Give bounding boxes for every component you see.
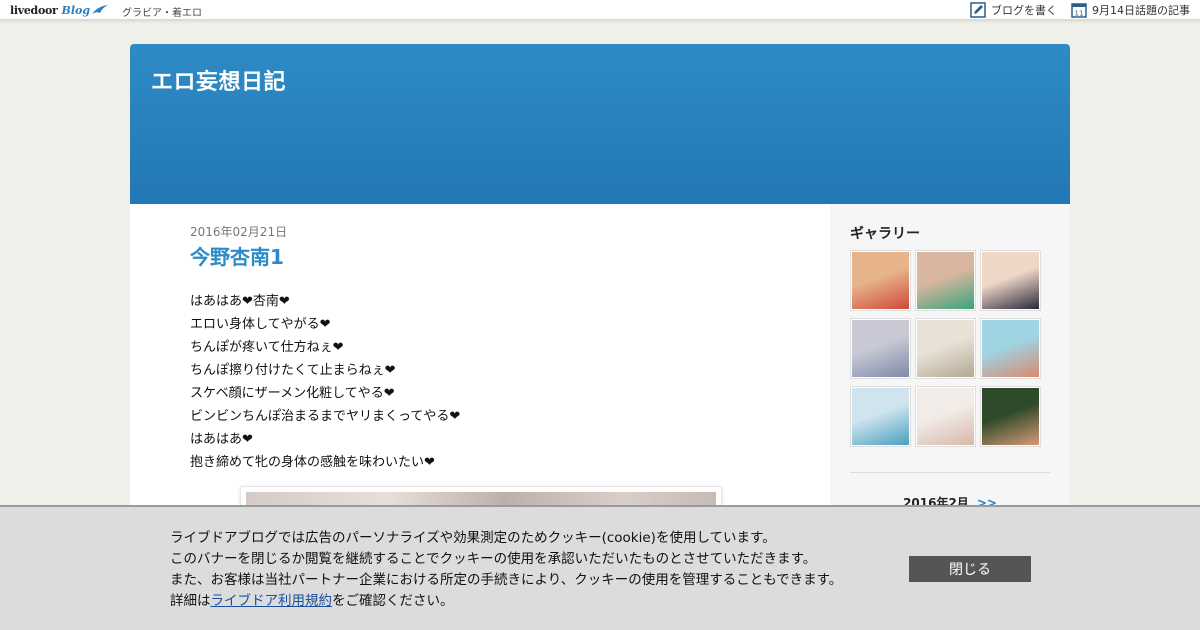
gallery-thumbnail[interactable] xyxy=(980,318,1041,379)
cookie-line: このバナーを閉じるか閲覧を継続することでクッキーの使用を承認いただいたものとさせ… xyxy=(170,551,817,567)
write-blog-label: ブログを書く xyxy=(991,4,1057,17)
logo-livedoor-text: livedoor xyxy=(10,3,58,17)
blog-category-link[interactable]: グラビア・着エロ xyxy=(122,4,202,19)
thumbnail-image xyxy=(982,320,1039,377)
cookie-details-suffix: をご確認ください。 xyxy=(332,593,454,609)
thumbnail-image xyxy=(852,320,909,377)
write-blog-link[interactable]: ブログを書く xyxy=(970,2,1057,18)
gallery-thumbnail[interactable] xyxy=(850,318,911,379)
gallery-grid xyxy=(850,250,1041,447)
thumbnail-image xyxy=(852,388,909,445)
gallery-thumbnail[interactable] xyxy=(980,386,1041,447)
cookie-line: また、お客様は当社パートナー企業における所定の手続きにより、クッキーの使用を管理… xyxy=(170,572,843,588)
post-line: はあはあ❤杏南❤ xyxy=(190,294,290,309)
thumbnail-image xyxy=(917,252,974,309)
gallery-thumbnail[interactable] xyxy=(915,386,976,447)
post-line: スケベ顔にザーメン化粧してやる❤ xyxy=(190,386,395,401)
gallery-thumbnail[interactable] xyxy=(850,386,911,447)
cookie-line-details: 詳細はライブドア利用規約をご確認ください。 xyxy=(170,591,842,612)
blog-title[interactable]: エロ妄想日記 xyxy=(151,64,286,96)
calendar-day-text: 11 xyxy=(1075,10,1084,18)
livedoor-blog-logo[interactable]: livedoor Blog xyxy=(10,2,109,18)
topic-articles-label: 9月14日話題の記事 xyxy=(1092,4,1190,17)
post-line: ちんぽが疼いて仕方ねぇ❤ xyxy=(190,340,344,355)
post-title[interactable]: 今野杏南1 xyxy=(190,241,284,270)
gallery-thumbnail[interactable] xyxy=(850,250,911,311)
global-topbar: livedoor Blog グラビア・着エロ ブログを書く 11 9月14日話題… xyxy=(0,0,1200,20)
gallery-title: ギャラリー xyxy=(850,226,920,242)
cookie-details-prefix: 詳細は xyxy=(170,593,211,609)
thumbnail-image xyxy=(917,320,974,377)
thumbnail-image xyxy=(917,388,974,445)
post-body: はあはあ❤杏南❤ エロい身体してやがる❤ ちんぽが疼いて仕方ねぇ❤ ちんぽ擦り付… xyxy=(190,290,460,474)
post-line: ビンビンちんぽ治まるまでヤリまくってやる❤ xyxy=(190,409,461,424)
post-line: ちんぽ擦り付けたくて止まらねぇ❤ xyxy=(190,363,396,378)
topic-articles-link[interactable]: 11 9月14日話題の記事 xyxy=(1071,2,1190,18)
post-line: 抱き締めて牝の身体の感触を味わいたい❤ xyxy=(190,455,435,470)
pencil-edit-icon xyxy=(970,2,986,18)
logo-blog-text: Blog xyxy=(61,3,91,17)
gallery-thumbnail[interactable] xyxy=(915,318,976,379)
thumbnail-image xyxy=(982,252,1039,309)
post-date: 2016年02月21日 xyxy=(190,225,288,239)
bird-icon xyxy=(92,5,109,14)
post-line: エロい身体してやがる❤ xyxy=(190,317,331,332)
blog-header: エロ妄想日記 xyxy=(130,44,1070,204)
post-line: はあはあ❤ xyxy=(190,432,253,447)
cookie-line: ライブドアブログでは広告のパーソナライズや効果測定のためクッキー(cookie)… xyxy=(170,530,776,546)
cookie-close-button[interactable]: 閉じる xyxy=(909,556,1031,582)
cookie-text: ライブドアブログでは広告のパーソナライズや効果測定のためクッキー(cookie)… xyxy=(170,528,842,612)
thumbnail-image xyxy=(852,252,909,309)
terms-link[interactable]: ライブドア利用規約 xyxy=(211,593,333,609)
sidebar-divider xyxy=(850,472,1050,473)
thumbnail-image xyxy=(982,388,1039,445)
gallery-thumbnail[interactable] xyxy=(915,250,976,311)
gallery-thumbnail[interactable] xyxy=(980,250,1041,311)
cookie-banner: ライブドアブログでは広告のパーソナライズや効果測定のためクッキー(cookie)… xyxy=(0,505,1200,630)
calendar-icon: 11 xyxy=(1071,3,1087,18)
